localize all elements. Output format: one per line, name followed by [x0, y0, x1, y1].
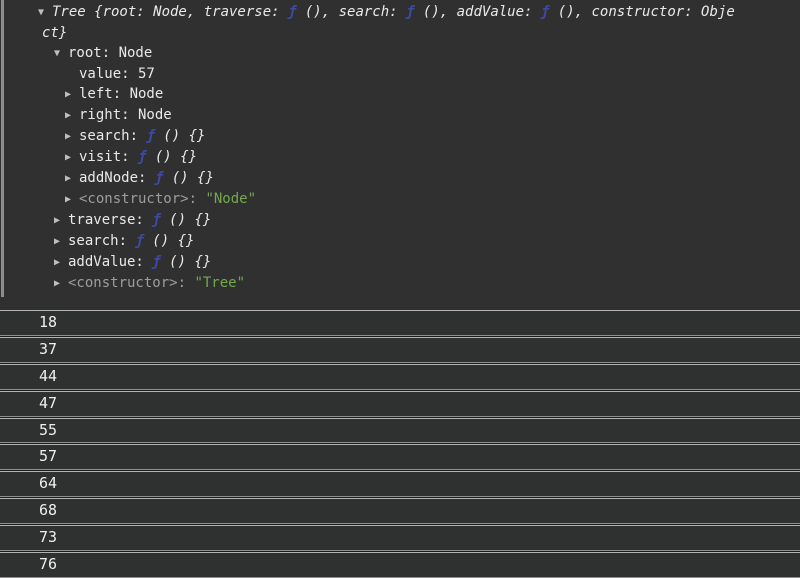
tree-text: ct}	[42, 25, 67, 41]
triangle-right-icon[interactable]: ▶	[65, 106, 79, 126]
console-log-row: 76	[0, 552, 800, 578]
console-log-row: 73	[0, 525, 800, 551]
tree-line: ct}	[0, 23, 800, 43]
console-log-row: 64	[0, 471, 800, 497]
triangle-right-icon[interactable]: ▶	[65, 127, 79, 147]
tree-text: () {}	[161, 254, 212, 270]
triangle-right-icon[interactable]: ▶	[54, 274, 68, 294]
tree-text: right: Node	[79, 107, 172, 123]
tree-line[interactable]: ▶addNode: ƒ () {}	[0, 168, 800, 189]
tree-text: () {}	[146, 149, 197, 165]
tree-text: addValue:	[68, 254, 152, 270]
tree-text: left: Node	[79, 86, 163, 102]
tree-text: visit:	[79, 149, 138, 165]
tree-line[interactable]: ▶search: ƒ () {}	[0, 126, 800, 147]
console-log-row: 55	[0, 418, 800, 444]
tree-line[interactable]: ▼Tree {root: Node, traverse: ƒ (), searc…	[0, 2, 800, 23]
tree-text: search:	[68, 233, 135, 249]
tree-text: value: 57	[79, 66, 155, 82]
triangle-right-icon[interactable]: ▶	[54, 232, 68, 252]
tree-line[interactable]: ▶left: Node	[0, 84, 800, 105]
tree-line[interactable]: ▶<constructor>: "Tree"	[0, 273, 800, 294]
triangle-right-icon[interactable]: ▶	[65, 148, 79, 168]
triangle-right-icon[interactable]: ▶	[65, 85, 79, 105]
tree-line[interactable]: ▶addValue: ƒ () {}	[0, 252, 800, 273]
devtools-console-panel: ▼Tree {root: Node, traverse: ƒ (), searc…	[0, 0, 800, 578]
tree-text: root: Node	[68, 45, 152, 61]
tree-text: (), search:	[296, 4, 406, 20]
triangle-right-icon[interactable]: ▶	[54, 253, 68, 273]
tree-text: () {}	[161, 212, 212, 228]
triangle-right-icon[interactable]: ▶	[65, 169, 79, 189]
tree-line[interactable]: ▶<constructor>: "Node"	[0, 189, 800, 210]
console-log-row: 18	[0, 310, 800, 336]
tree-line[interactable]: ▶traverse: ƒ () {}	[0, 210, 800, 231]
tree-text: Tree {root: Node, traverse:	[52, 4, 288, 20]
tree-text: <constructor>:	[68, 275, 194, 291]
triangle-right-icon[interactable]: ▶	[65, 190, 79, 210]
scrollbar-thumb[interactable]	[1, 0, 4, 297]
tree-text: ƒ	[152, 254, 160, 270]
tree-line[interactable]: ▶right: Node	[0, 105, 800, 126]
tree-line[interactable]: ▶visit: ƒ () {}	[0, 147, 800, 168]
tree-text: traverse:	[68, 212, 152, 228]
console-log-list: 18374447555764687376	[0, 310, 800, 578]
tree-text: <constructor>:	[79, 191, 205, 207]
tree-text: ƒ	[146, 128, 154, 144]
tree-text: search:	[79, 128, 146, 144]
tree-text: () {}	[144, 233, 195, 249]
tree-line: value: 57	[0, 64, 800, 84]
tree-text: ƒ	[152, 212, 160, 228]
tree-line[interactable]: ▶search: ƒ () {}	[0, 231, 800, 252]
console-log-row: 68	[0, 498, 800, 524]
triangle-down-icon[interactable]: ▼	[54, 44, 68, 64]
tree-text: () {}	[155, 128, 206, 144]
tree-text: "Node"	[205, 191, 256, 207]
tree-text: addNode:	[79, 170, 155, 186]
tree-text: (), constructor: Obje	[549, 4, 734, 20]
console-log-row: 57	[0, 444, 800, 470]
tree-text: ƒ	[135, 233, 143, 249]
console-log-row: 47	[0, 391, 800, 417]
console-log-row: 44	[0, 364, 800, 390]
tree-text: "Tree"	[194, 275, 245, 291]
tree-line[interactable]: ▼root: Node	[0, 43, 800, 64]
triangle-right-icon[interactable]: ▶	[54, 211, 68, 231]
console-object-tree: ▼Tree {root: Node, traverse: ƒ (), searc…	[0, 0, 800, 310]
triangle-down-icon[interactable]: ▼	[38, 3, 52, 23]
console-log-row: 37	[0, 337, 800, 363]
tree-text: (), addValue:	[414, 4, 540, 20]
tree-text: () {}	[163, 170, 214, 186]
